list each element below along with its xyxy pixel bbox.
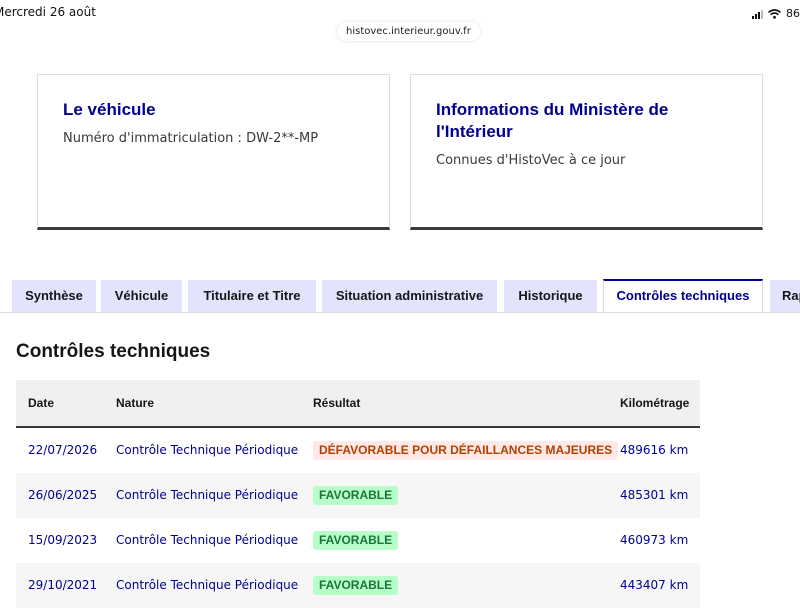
row-date: 29/10/2021 (28, 578, 98, 592)
tab-bar: Synthèse Véhicule Titulaire et Titre Sit… (12, 279, 800, 313)
header-mileage[interactable]: Kilométrage (620, 380, 689, 426)
tab-titulaire[interactable]: Titulaire et Titre (188, 280, 316, 312)
tab-historique[interactable]: Historique (504, 280, 597, 312)
wifi-icon (767, 4, 782, 23)
result-badge-favorable: FAVORABLE (313, 531, 399, 550)
vehicle-card: Le véhicule Numéro d'immatriculation : D… (37, 74, 390, 230)
result-badge-favorable: FAVORABLE (313, 486, 399, 505)
status-time: Mercredi 26 août (0, 5, 96, 19)
row-result: FAVORABLE (313, 473, 399, 518)
tab-synthese[interactable]: Synthèse (12, 280, 96, 312)
row-nature: Contrôle Technique Périodique (116, 533, 299, 547)
section-title: Contrôles techniques (16, 341, 211, 362)
header-result[interactable]: Résultat (313, 380, 360, 426)
ministry-card-title: Informations du Ministère de l'Intérieur (436, 100, 669, 141)
tab-controles-techniques[interactable]: Contrôles techniques (603, 279, 763, 313)
row-mileage: 460973 km (620, 533, 689, 547)
row-date: 22/07/2026 (28, 443, 98, 457)
row-result: FAVORABLE (313, 563, 399, 608)
row-date: 15/09/2023 (28, 533, 98, 547)
table-row[interactable]: 22/07/2026 Contrôle Technique Périodique… (16, 428, 700, 473)
url-bar[interactable]: histovec.interieur.gouv.fr (337, 22, 480, 41)
status-bar: Mercredi 26 août histovec.interieur.gouv… (0, 0, 800, 41)
cellular-signal-icon (752, 9, 763, 19)
row-nature: Contrôle Technique Périodique (116, 443, 299, 457)
row-result: DÉFAVORABLE POUR DÉFAILLANCES MAJEURES (313, 428, 619, 473)
result-badge-favorable: FAVORABLE (313, 576, 399, 595)
tab-rapport[interactable]: Rap (770, 280, 800, 312)
vehicle-card-title: Le véhicule (63, 100, 156, 119)
row-mileage: 489616 km (620, 443, 689, 457)
inspections-table: Date Nature Résultat Kilométrage 22/07/2… (16, 380, 700, 608)
tab-situation-administrative[interactable]: Situation administrative (322, 280, 497, 312)
table-row[interactable]: 15/09/2023 Contrôle Technique Périodique… (16, 518, 700, 563)
row-mileage: 443407 km (620, 578, 689, 592)
ministry-card: Informations du Ministère de l'Intérieur… (410, 74, 763, 230)
row-nature: Contrôle Technique Périodique (116, 488, 299, 502)
header-date[interactable]: Date (28, 380, 54, 426)
header-nature[interactable]: Nature (116, 380, 154, 426)
table-header: Date Nature Résultat Kilométrage (16, 380, 700, 428)
result-badge-unfavorable: DÉFAVORABLE POUR DÉFAILLANCES MAJEURES (313, 441, 619, 460)
row-date: 26/06/2025 (28, 488, 98, 502)
tab-vehicule[interactable]: Véhicule (101, 280, 182, 312)
registration-number: Numéro d'immatriculation : DW-2**-MP (63, 131, 319, 146)
battery-percent: 86 (786, 7, 800, 20)
row-mileage: 485301 km (620, 488, 689, 502)
ministry-card-subtitle: Connues d'HistoVec à ce jour (436, 153, 626, 168)
table-row[interactable]: 29/10/2021 Contrôle Technique Périodique… (16, 563, 700, 608)
row-nature: Contrôle Technique Périodique (116, 578, 299, 592)
row-result: FAVORABLE (313, 518, 399, 563)
status-indicators: 86 (752, 4, 800, 23)
tab-panel-border (0, 312, 800, 313)
table-row[interactable]: 26/06/2025 Contrôle Technique Périodique… (16, 473, 700, 518)
